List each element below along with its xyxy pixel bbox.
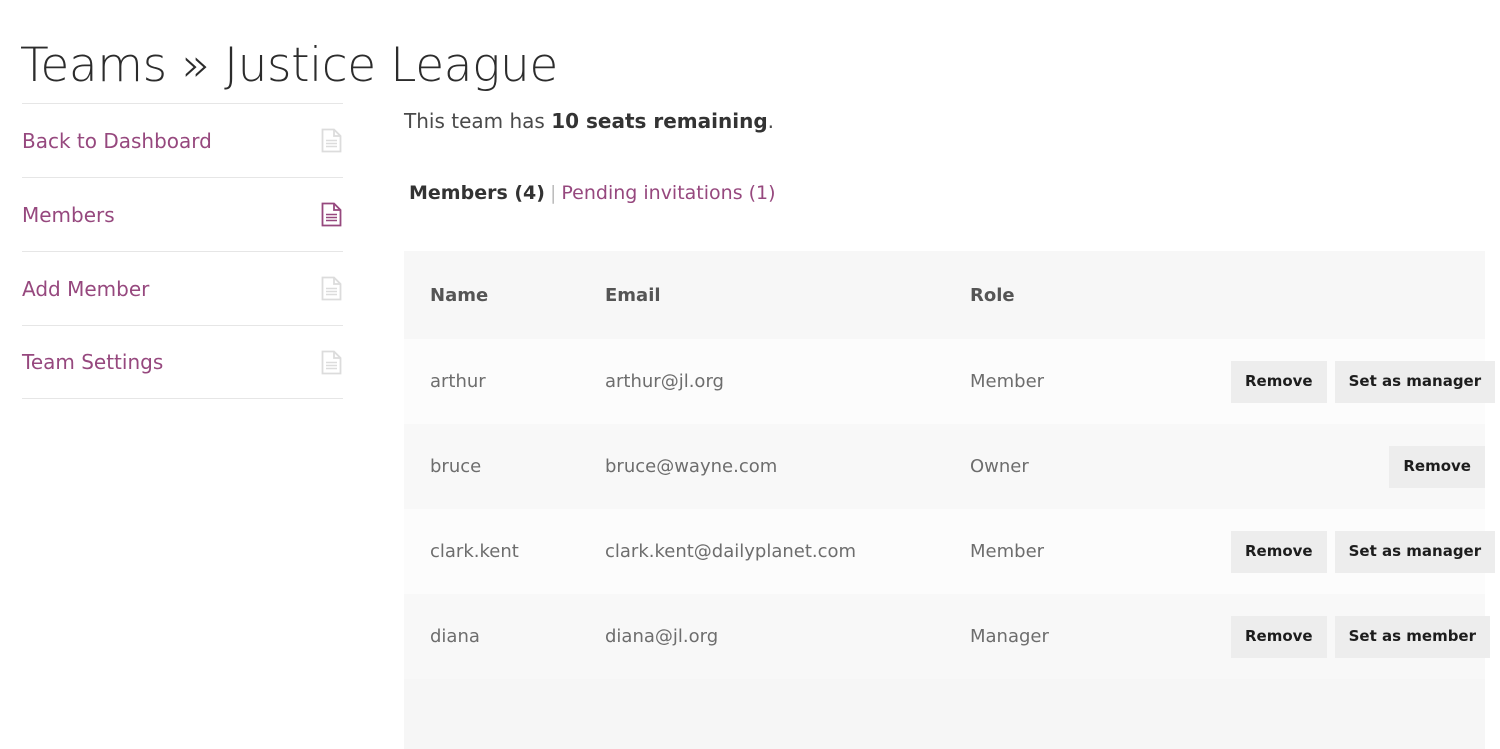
column-header-email: Email bbox=[579, 251, 944, 339]
table-row: arthur arthur@jl.org Member Remove Set as ma… bbox=[404, 339, 1496, 424]
column-header-name: Name bbox=[404, 251, 579, 339]
table-footer-cell bbox=[404, 679, 1485, 749]
cell-email: bruce@wayne.com bbox=[579, 424, 944, 509]
set-as-manager-button[interactable]: Set as manager bbox=[1334, 360, 1496, 403]
cell-name: arthur bbox=[404, 339, 579, 424]
document-icon bbox=[321, 276, 342, 301]
main-content: This team has 10 seats remaining. Member… bbox=[404, 103, 1496, 749]
tab-separator: | bbox=[549, 182, 557, 204]
cell-name: diana bbox=[404, 594, 579, 679]
cell-role: Owner bbox=[944, 424, 1197, 509]
cell-role: Member bbox=[944, 509, 1197, 594]
cell-email: diana@jl.org bbox=[579, 594, 944, 679]
table-header-row: Name Email Role bbox=[404, 251, 1485, 339]
seats-remaining-count: 10 seats remaining bbox=[551, 109, 768, 133]
table-footer-row bbox=[404, 679, 1485, 749]
seats-notice-prefix: This team has bbox=[404, 109, 552, 133]
column-header-actions bbox=[1197, 251, 1485, 339]
cell-name: bruce bbox=[404, 424, 579, 509]
set-as-member-button[interactable]: Set as member bbox=[1334, 615, 1491, 658]
remove-button[interactable]: Remove bbox=[1231, 615, 1327, 658]
tab-members[interactable]: Members (4) bbox=[409, 182, 545, 204]
tab-pending-invitations[interactable]: Pending invitations (1) bbox=[561, 182, 775, 204]
sidebar-item-label: Members bbox=[22, 202, 115, 227]
cell-actions: Remove Set as manager bbox=[1197, 339, 1496, 424]
remove-button[interactable]: Remove bbox=[1231, 360, 1327, 403]
page-title: Teams » Justice League bbox=[20, 38, 558, 94]
cell-role: Member bbox=[944, 339, 1197, 424]
sidebar-item-label: Back to Dashboard bbox=[22, 128, 212, 153]
team-members-page: Teams » Justice League Back to Dashboard… bbox=[0, 0, 1500, 749]
sidebar-item-add-member[interactable]: Add Member bbox=[22, 251, 343, 325]
table-row: clark.kent clark.kent@dailyplanet.com Memb… bbox=[404, 509, 1496, 594]
cell-role: Manager bbox=[944, 594, 1197, 679]
members-table-head: Name Email Role bbox=[404, 251, 1485, 339]
table-row: bruce bruce@wayne.com Owner Remove bbox=[404, 424, 1485, 509]
sidebar-item-label: Team Settings bbox=[22, 350, 164, 374]
cell-name: clark.kent bbox=[404, 509, 579, 594]
cell-actions: Remove Set as manager bbox=[1197, 509, 1496, 594]
cell-actions: Remove Set as member bbox=[1197, 594, 1491, 679]
document-icon bbox=[321, 128, 342, 153]
column-header-role: Role bbox=[944, 251, 1197, 339]
members-table: Name Email Role arthur arthur@jl.org Membe… bbox=[404, 251, 1496, 749]
cell-email: arthur@jl.org bbox=[579, 339, 944, 424]
set-as-manager-button[interactable]: Set as manager bbox=[1334, 530, 1496, 573]
members-table-foot bbox=[404, 679, 1485, 749]
sidebar-item-members[interactable]: Members bbox=[22, 177, 343, 251]
members-table-body: arthur arthur@jl.org Member Remove Set as ma… bbox=[404, 339, 1496, 679]
table-row: diana diana@jl.org Manager Remove Set as mem… bbox=[404, 594, 1491, 679]
remove-button[interactable]: Remove bbox=[1389, 445, 1485, 488]
cell-actions: Remove bbox=[1197, 424, 1485, 509]
sidebar-item-label: Add Member bbox=[22, 276, 150, 301]
member-tabs: Members (4) | Pending invitations (1) bbox=[404, 181, 1485, 205]
document-icon bbox=[321, 202, 342, 227]
remove-button[interactable]: Remove bbox=[1231, 530, 1327, 573]
seats-notice-suffix: . bbox=[767, 109, 775, 133]
cell-email: clark.kent@dailyplanet.com bbox=[579, 509, 944, 594]
sidebar-item-team-settings[interactable]: Team Settings bbox=[22, 325, 343, 399]
sidebar-item-back-to-dashboard[interactable]: Back to Dashboard bbox=[22, 103, 343, 177]
sidebar-nav: Back to Dashboard Members Add Member Team S… bbox=[22, 103, 343, 399]
seats-remaining-notice: This team has 10 seats remaining. bbox=[404, 103, 1485, 134]
document-icon bbox=[321, 350, 342, 374]
